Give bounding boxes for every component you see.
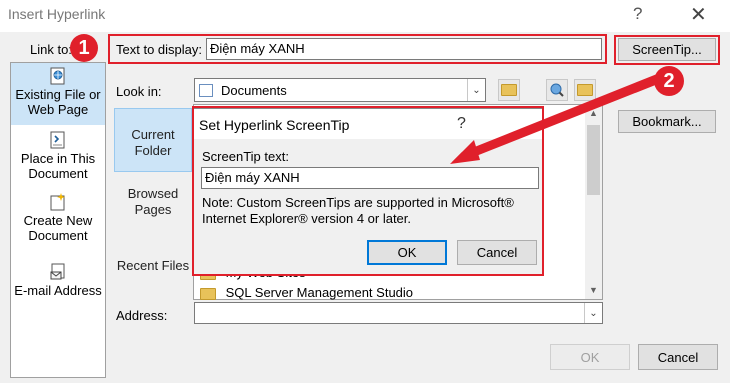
step-2-badge: 2	[654, 66, 684, 96]
step-1-badge: 1	[70, 34, 98, 62]
annotation-arrow	[450, 72, 668, 164]
insert-hyperlink-dialog: Insert Hyperlink ? ✕ Link to: Existing F…	[0, 0, 730, 383]
